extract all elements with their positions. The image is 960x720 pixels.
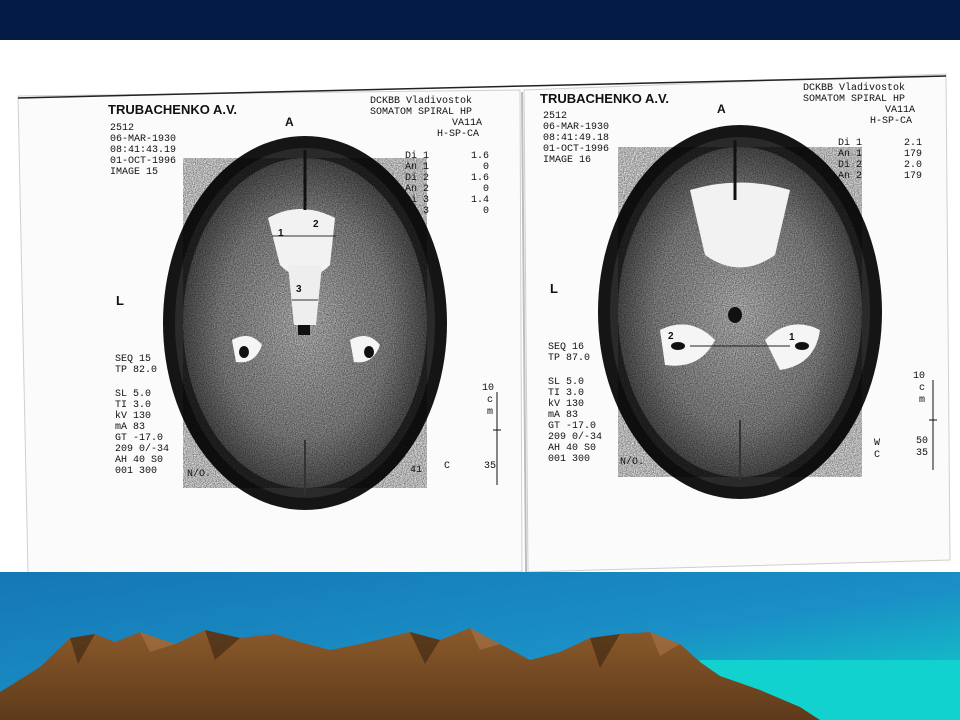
right-param-gt: GT -17.0 [548,421,597,432]
left-param-seq: SEQ 15 [115,354,152,365]
right-param-ti: TI 3.0 [548,388,585,399]
left-param-ah: AH 40 S0 [115,455,164,466]
left-param-sl: SL 5.0 [115,389,152,400]
left-institution: DCKBB Vladivostok [370,96,473,107]
left-param-ti: TI 3.0 [115,400,152,411]
left-window-w-value: 41 [410,465,423,476]
right-region-label-1: 1 [789,332,795,343]
left-scale-unit-c: c [487,395,494,406]
decorative-landscape-footer [0,572,960,720]
right-param-sl: SL 5.0 [548,377,585,388]
right-param-ah: AH 40 S0 [548,443,597,454]
right-image-number: IMAGE 16 [543,155,592,166]
right-scale-unit-c: c [919,383,926,394]
left-measurement-3: Di 2 1.6 [405,173,490,184]
right-scale-unit-m: m [919,395,926,406]
slide-title-bar [0,0,960,40]
right-time: 08:41:49.18 [543,133,610,144]
right-window-c-value: 35 [916,448,929,459]
left-window-c-value: 35 [484,461,497,472]
left-dob: 06-MAR-1930 [110,134,177,145]
right-patient-name: TRUBACHENKO A.V. [540,91,670,106]
right-orientation-left: L [550,281,558,296]
left-patient-id: 2512 [110,123,135,134]
right-window-c: C [874,450,881,461]
left-region-label-3: 3 [296,284,302,295]
left-no-label: N/O. [187,469,212,480]
left-param-kv: kV 130 [115,411,152,422]
right-measurement-1: Di 1 2.1 [838,138,923,149]
left-measurement-5: Di 3 1.4 [405,195,490,206]
right-orientation-anterior: A [717,102,726,116]
left-window-w: W [380,465,387,476]
left-scale-unit-m: m [487,407,494,418]
right-window-w-value: 50 [916,436,929,447]
left-measurement-1: Di 1 1.6 [405,151,490,162]
right-measurement-4: An 2 179 [838,171,923,182]
left-scale-value: 10 [482,383,495,394]
right-window-w: W [874,438,881,449]
right-measurement-2: An 1 179 [838,149,923,160]
right-mode: H-SP-CA [870,116,913,127]
left-image-number: IMAGE 15 [110,167,159,178]
right-param-001: 001 300 [548,454,591,465]
left-date: 01-OCT-1996 [110,156,177,167]
left-param-209: 209 0/-34 [115,444,170,455]
right-institution: DCKBB Vladivostok [803,83,906,94]
right-param-209: 209 0/-34 [548,432,603,443]
right-patient-id: 2512 [543,111,568,122]
left-measurement-2: An 1 0 [405,162,490,173]
left-region-label-1: 1 [278,228,284,239]
right-region-label-2: 2 [668,331,674,342]
left-mode: H-SP-CA [437,129,480,140]
right-version: VA11A [885,105,916,116]
left-param-tp: TP 82.0 [115,365,158,376]
right-param-ma: mA 83 [548,410,579,421]
right-no-label: N/O. [620,457,645,468]
right-param-tp: TP 87.0 [548,353,591,364]
left-patient-name: TRUBACHENKO A.V. [108,102,238,117]
left-version: VA11A [452,118,483,129]
left-param-gt: GT -17.0 [115,433,164,444]
right-measurement-3: Di 2 2.0 [838,160,923,171]
right-param-kv: kV 130 [548,399,585,410]
right-date: 01-OCT-1996 [543,144,610,155]
left-param-ma: mA 83 [115,422,146,433]
left-orientation-left: L [116,293,124,308]
left-measurement-4: An 2 0 [405,184,490,195]
left-window-c: C [444,461,451,472]
left-region-label-2: 2 [313,219,319,230]
left-param-001: 001 300 [115,466,158,477]
right-scale-value: 10 [913,371,926,382]
right-scanner: SOMATOM SPIRAL HP [803,94,906,105]
right-dob: 06-MAR-1930 [543,122,610,133]
right-param-seq: SEQ 16 [548,342,585,353]
left-scanner: SOMATOM SPIRAL HP [370,107,473,118]
left-measurement-6: An 3 0 [405,206,490,217]
left-orientation-anterior: A [285,115,294,129]
left-time: 08:41:43.19 [110,145,177,156]
